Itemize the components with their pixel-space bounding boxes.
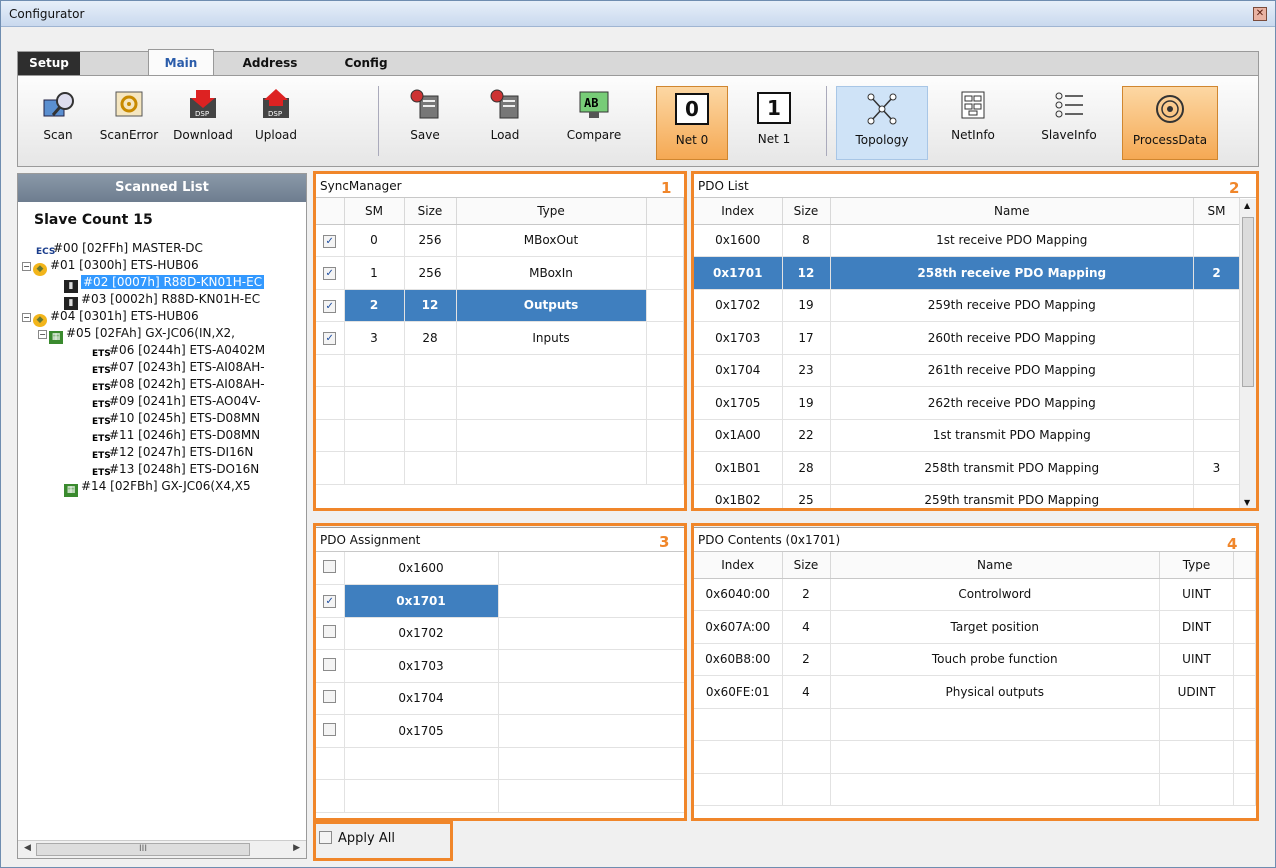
annotation-box-2 xyxy=(691,171,1259,511)
save-button[interactable]: Save xyxy=(402,88,448,156)
scan-error-button[interactable]: ScanError xyxy=(96,88,162,156)
load-label: Load xyxy=(490,128,520,142)
tab-main[interactable]: Main xyxy=(148,49,214,77)
annotation-box-1 xyxy=(313,171,687,511)
compare-button[interactable]: AB Compare xyxy=(560,88,628,156)
tree-node[interactable]: ETS#12 [0247h] ETS-DI16N xyxy=(92,444,253,461)
annotation-number-2: 2 xyxy=(1229,179,1240,197)
download-label: Download xyxy=(173,128,233,142)
window-title: Configurator xyxy=(9,7,85,21)
save-label: Save xyxy=(410,128,440,142)
processdata-label: ProcessData xyxy=(1132,133,1208,147)
slaveinfo-label: SlaveInfo xyxy=(1041,128,1097,142)
tree-node[interactable]: ▦ #14 [02FBh] GX-JC06(X4,X5 xyxy=(64,478,251,497)
net0-label: Net 0 xyxy=(675,133,709,147)
tab-address[interactable]: Address xyxy=(234,52,306,76)
tree-node[interactable]: ETS#13 [0248h] ETS-DO16N xyxy=(92,461,259,478)
upload-icon: DSP xyxy=(259,88,293,122)
tree-node[interactable]: − ▦ #05 [02FAh] GX-JC06(IN,X2, xyxy=(38,325,235,344)
processdata-button[interactable]: ProcessData xyxy=(1122,86,1218,160)
scroll-left-icon[interactable]: ◀ xyxy=(24,843,31,853)
horizontal-scrollbar[interactable]: ◀ III ▶ xyxy=(18,840,306,858)
tree-node[interactable]: − ◆ #04 [0301h] ETS-HUB06 xyxy=(22,308,199,327)
scanned-list-panel: Scanned List Slave Count 15 ECS#00 [02FF… xyxy=(17,173,307,859)
scan-error-icon xyxy=(112,88,146,122)
tree-node[interactable]: ▮ #03 [0002h] R88D-KN01H-EC xyxy=(64,291,260,310)
junction-icon: ▦ xyxy=(64,484,78,497)
tree-node[interactable]: − ◆ #01 [0300h] ETS-HUB06 xyxy=(22,257,199,276)
tree-node[interactable]: ETS#09 [0241h] ETS-AO04V- xyxy=(92,393,261,410)
topology-icon xyxy=(865,93,899,125)
net0-icon: 0 xyxy=(675,93,709,125)
netinfo-label: NetInfo xyxy=(951,128,995,142)
apply-all-checkbox[interactable]: Apply All xyxy=(319,827,395,851)
tab-setup[interactable]: Setup xyxy=(18,52,80,76)
netinfo-icon xyxy=(956,88,990,122)
toolbar-separator xyxy=(378,86,379,156)
collapse-icon[interactable]: − xyxy=(22,262,31,271)
configurator-window: Configurator ✕ Setup Main Address Config… xyxy=(0,0,1276,868)
scroll-right-icon[interactable]: ▶ xyxy=(293,843,300,853)
annotation-box-3 xyxy=(313,523,687,821)
scan-icon xyxy=(41,88,75,122)
collapse-icon[interactable]: − xyxy=(22,313,31,322)
load-button[interactable]: Load xyxy=(482,88,528,156)
annotation-number-1: 1 xyxy=(661,179,672,197)
annotation-box-4 xyxy=(691,523,1259,821)
topology-button[interactable]: Topology xyxy=(836,86,928,160)
slaveinfo-button[interactable]: SlaveInfo xyxy=(1036,88,1102,156)
net1-label: Net 1 xyxy=(757,132,791,146)
close-icon[interactable]: ✕ xyxy=(1253,7,1267,21)
svg-text:AB: AB xyxy=(584,96,598,110)
tree-node[interactable]: ETS#10 [0245h] ETS-D08MN xyxy=(92,410,260,427)
compare-label: Compare xyxy=(566,128,622,142)
tree-node[interactable]: ETS#06 [0244h] ETS-A0402M xyxy=(92,342,265,359)
compare-icon: AB xyxy=(577,88,611,122)
download-icon: DSP xyxy=(186,88,220,122)
annotation-number-3: 3 xyxy=(659,533,670,551)
topology-label: Topology xyxy=(855,133,909,147)
upload-button[interactable]: DSP Upload xyxy=(246,88,306,156)
svg-text:DSP: DSP xyxy=(195,110,209,118)
scan-button[interactable]: Scan xyxy=(36,88,80,156)
save-icon xyxy=(408,88,442,122)
annotation-number-4: 4 xyxy=(1227,535,1238,553)
tree-node[interactable]: ETS#11 [0246h] ETS-D08MN xyxy=(92,427,260,444)
hub-icon: ◆ xyxy=(33,263,47,276)
tree-node[interactable]: ECS#00 [02FFh] MASTER-DC xyxy=(36,240,203,257)
upload-label: Upload xyxy=(254,128,298,142)
scan-label: Scan xyxy=(43,128,73,142)
scanned-list-header: Scanned List xyxy=(18,174,306,202)
slave-tree: ECS#00 [02FFh] MASTER-DC − ◆ #01 [0300h] E… xyxy=(18,238,306,828)
tree-node[interactable]: ETS#08 [0242h] ETS-AI08AH- xyxy=(92,376,265,393)
toolbar-separator xyxy=(826,86,827,156)
junction-icon: ▦ xyxy=(49,331,63,344)
processdata-icon xyxy=(1153,93,1187,125)
download-button[interactable]: DSP Download xyxy=(166,88,240,156)
net0-button[interactable]: 0 Net 0 xyxy=(656,86,728,160)
scroll-thumb[interactable]: III xyxy=(36,843,250,856)
slave-count: Slave Count 15 xyxy=(34,212,153,228)
slaveinfo-icon xyxy=(1052,88,1086,122)
tab-config[interactable]: Config xyxy=(336,52,396,76)
load-icon xyxy=(488,88,522,122)
tree-node[interactable]: ▮ #02 [0007h] R88D-KN01H-EC xyxy=(64,274,265,293)
tree-node[interactable]: ETS#07 [0243h] ETS-AI08AH- xyxy=(92,359,265,376)
net1-icon: 1 xyxy=(757,92,791,124)
svg-text:DSP: DSP xyxy=(268,110,282,118)
apply-all-label: Apply All xyxy=(338,831,395,846)
apply-all-box[interactable] xyxy=(319,831,332,844)
title-bar: Configurator ✕ xyxy=(1,1,1275,27)
netinfo-button[interactable]: NetInfo xyxy=(942,88,1004,156)
toolbar-ribbon: Scan ScanError DSP Download DSP Upload S… xyxy=(17,75,1259,167)
scan-error-label: ScanError xyxy=(99,128,159,142)
net1-button[interactable]: 1 Net 1 xyxy=(738,86,810,160)
tab-bar: Setup Main Address Config xyxy=(17,49,1259,77)
collapse-icon[interactable]: − xyxy=(38,330,47,339)
